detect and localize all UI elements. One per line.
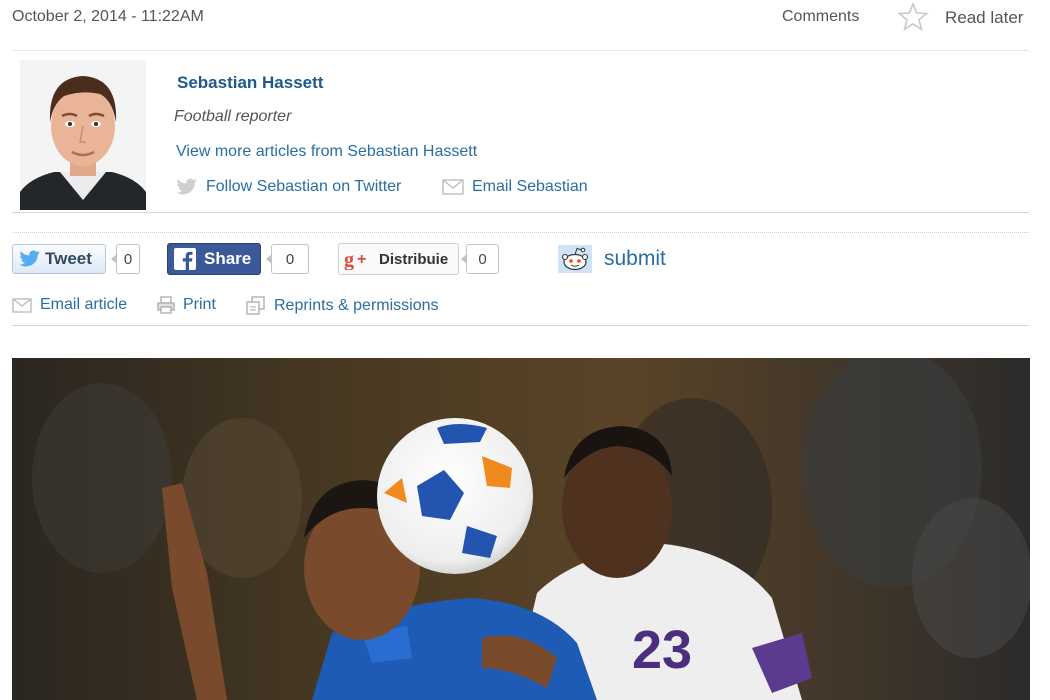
read-later-link[interactable]: Read later (945, 8, 1023, 28)
facebook-share-button[interactable]: Share (167, 243, 261, 275)
gplus-count: 0 (461, 244, 499, 274)
reprints-icon (246, 296, 266, 316)
tweet-count: 0 (111, 244, 140, 274)
facebook-icon (174, 248, 196, 270)
email-article-label: Email article (40, 296, 128, 313)
reddit-submit-label: submit (604, 247, 666, 270)
twitter-bird-icon (19, 250, 41, 268)
article-photo: 23 (12, 358, 1030, 700)
article-meta-bar: October 2, 2014 - 11:22AM Comments Read … (0, 0, 1050, 40)
reddit-submit[interactable]: submit (558, 245, 666, 273)
twitter-bird-icon (176, 178, 198, 196)
email-author-link[interactable]: Email Sebastian (442, 178, 588, 196)
star-icon[interactable] (897, 1, 929, 33)
author-name[interactable]: Sebastian Hassett (177, 73, 323, 93)
svg-text:+: + (357, 251, 366, 268)
divider (12, 50, 1029, 51)
print-link[interactable]: Print (157, 296, 216, 314)
google-plus-icon: g + (343, 248, 373, 270)
print-label: Print (183, 296, 216, 313)
more-articles-link[interactable]: View more articles from Sebastian Hasset… (176, 143, 477, 161)
follow-twitter-link[interactable]: Follow Sebastian on Twitter (176, 178, 401, 196)
author-photo (20, 60, 146, 210)
reddit-alien-icon (558, 245, 592, 273)
google-plus-button[interactable]: g + Distribuie (338, 243, 459, 275)
envelope-icon (442, 179, 464, 195)
gplus-label: Distribuie (379, 250, 449, 268)
reprints-link[interactable]: Reprints & permissions (246, 296, 439, 316)
printer-icon (157, 296, 175, 314)
author-role: Football reporter (174, 108, 292, 125)
email-link-label: Email Sebastian (472, 178, 588, 195)
svg-text:23: 23 (632, 620, 692, 680)
share-label: Share (204, 249, 252, 268)
divider (12, 325, 1029, 326)
twitter-link-label: Follow Sebastian on Twitter (206, 178, 402, 195)
article-timestamp: October 2, 2014 - 11:22AM (12, 8, 204, 25)
envelope-icon (12, 297, 32, 313)
tweet-label: Tweet (45, 249, 92, 268)
share-count: 0 (266, 244, 309, 274)
svg-text:g: g (344, 249, 354, 270)
divider (12, 212, 1029, 213)
email-article-link[interactable]: Email article (12, 296, 127, 314)
divider (12, 232, 1029, 233)
comments-link[interactable]: Comments (782, 8, 859, 26)
reprints-label: Reprints & permissions (274, 297, 439, 314)
tweet-button[interactable]: Tweet (12, 244, 106, 274)
